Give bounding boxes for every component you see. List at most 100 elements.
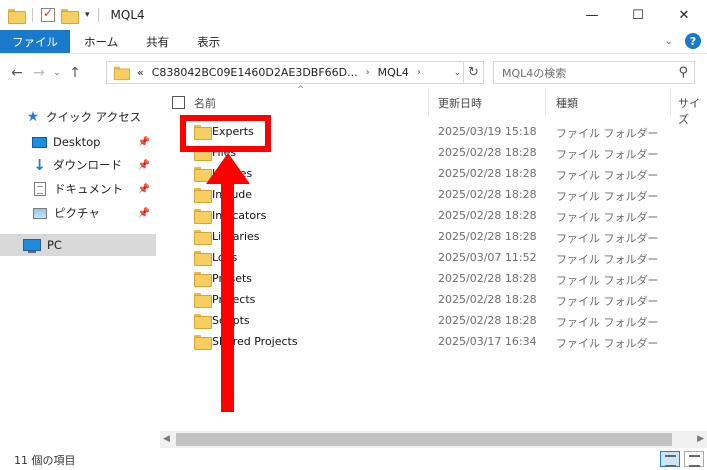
file-type: ファイル フォルダー (556, 232, 659, 245)
file-name: Scripts (212, 314, 250, 327)
star-icon: ★ (26, 109, 40, 125)
file-type: ファイル フォルダー (556, 169, 659, 182)
sidebar-item-pc[interactable]: PC (0, 234, 156, 256)
folder-icon (113, 66, 130, 81)
minimize-button[interactable]: — (569, 0, 615, 30)
folder-icon (194, 335, 212, 350)
list-item[interactable]: Projects 2025/02/28 18:28 ファイル フォルダー (160, 289, 707, 310)
column-header-type[interactable]: 種類 (556, 95, 578, 111)
file-type: ファイル フォルダー (556, 274, 659, 287)
details-view-icon[interactable] (660, 451, 680, 467)
horizontal-scrollbar[interactable]: ◀ ▶ (160, 431, 707, 448)
list-item[interactable]: Scripts 2025/02/28 18:28 ファイル フォルダー (160, 310, 707, 331)
breadcrumb-separator-icon[interactable]: › (366, 67, 370, 78)
help-icon[interactable]: ? (685, 33, 701, 49)
file-name: Libraries (212, 230, 260, 243)
file-date: 2025/03/07 11:52 (438, 251, 537, 264)
maximize-button[interactable]: ☐ (615, 0, 661, 30)
item-count: 11 個の項目 (14, 454, 76, 467)
sidebar-item-quick-access[interactable]: ★ クイック アクセス (0, 106, 156, 128)
file-date: 2025/03/17 16:34 (438, 335, 537, 348)
sidebar-item-label: Desktop (53, 135, 101, 149)
list-item[interactable]: Indicators 2025/02/28 18:28 ファイル フォルダー (160, 205, 707, 226)
address-dropdown-icon[interactable]: ⌄ (453, 68, 461, 78)
sidebar-item-label: クイック アクセス (46, 110, 142, 124)
window-title: MQL4 (110, 8, 145, 22)
column-divider[interactable] (545, 88, 546, 116)
file-name: Indicators (212, 209, 267, 222)
list-item[interactable]: Shared Projects 2025/03/17 16:34 ファイル フォ… (160, 331, 707, 352)
tab-view[interactable]: 表示 (183, 30, 234, 53)
column-header-name[interactable]: 名前 (194, 95, 216, 111)
column-header-date[interactable]: 更新日時 (438, 95, 482, 111)
large-icons-view-icon[interactable] (684, 451, 704, 467)
close-button[interactable]: ✕ (661, 0, 707, 30)
breadcrumb-overflow[interactable]: « (137, 66, 144, 79)
document-icon (34, 182, 46, 196)
file-date: 2025/02/28 18:28 (438, 272, 537, 285)
refresh-button[interactable]: ↻ (463, 62, 483, 83)
folder-icon (194, 272, 212, 287)
file-name: Shared Projects (212, 335, 298, 348)
back-button[interactable]: ← (6, 65, 28, 81)
file-date: 2025/03/19 15:18 (438, 125, 537, 138)
list-item[interactable]: Presets 2025/02/28 18:28 ファイル フォルダー (160, 268, 707, 289)
list-item[interactable]: Libraries 2025/02/28 18:28 ファイル フォルダー (160, 226, 707, 247)
scrollbar-thumb[interactable] (176, 433, 672, 446)
list-item[interactable]: Images 2025/02/28 18:28 ファイル フォルダー (160, 163, 707, 184)
scroll-left-icon[interactable]: ◀ (163, 434, 170, 444)
pin-icon[interactable]: 📌 (138, 184, 150, 195)
forward-button[interactable]: → (28, 65, 50, 81)
sidebar-item-label: ダウンロード (53, 158, 122, 172)
scroll-right-icon[interactable]: ▶ (697, 434, 704, 444)
file-name: Include (212, 188, 253, 201)
breadcrumb-separator-icon[interactable]: › (417, 67, 421, 78)
tab-file[interactable]: ファイル (0, 30, 70, 53)
up-button[interactable]: ↑ (64, 65, 86, 81)
select-all-checkbox[interactable] (172, 96, 185, 109)
divider (32, 8, 33, 22)
file-type: ファイル フォルダー (556, 190, 659, 203)
sort-indicator-icon: ^ (297, 85, 305, 95)
navigation-pane: ★ クイック アクセス Desktop 📌 ↓ ダウンロード 📌 ドキュメント … (0, 96, 156, 431)
search-icon[interactable]: ⚲ (678, 65, 688, 80)
list-item[interactable]: Include 2025/02/28 18:28 ファイル フォルダー (160, 184, 707, 205)
pin-icon[interactable]: 📌 (138, 160, 150, 171)
file-type: ファイル フォルダー (556, 316, 659, 329)
folder-icon (8, 8, 26, 24)
tab-share[interactable]: 共有 (132, 30, 183, 53)
sidebar-item-label: PC (47, 238, 62, 252)
folder-icon (194, 209, 212, 224)
properties-icon[interactable] (41, 6, 55, 22)
pin-icon[interactable]: 📌 (138, 208, 150, 219)
folder-icon (194, 230, 212, 245)
expand-ribbon-icon[interactable]: ⌄ (665, 36, 673, 47)
breadcrumb-item[interactable]: MQL4 (378, 66, 409, 79)
sidebar-item-documents[interactable]: ドキュメント 📌 (0, 178, 156, 200)
annotation-highlight-box (180, 115, 271, 152)
search-input[interactable]: MQL4の検索 ⚲ (493, 61, 695, 84)
ribbon-tabs: ファイル ホーム 共有 表示 ⌄ ? (0, 30, 707, 54)
address-bar[interactable]: « C838042BC09E1460D2AE3DBF66D... › MQL4 … (106, 61, 484, 84)
new-folder-icon[interactable] (61, 8, 79, 24)
file-date: 2025/02/28 18:28 (438, 209, 537, 222)
recent-locations-chevron-icon[interactable]: ⌄ (50, 68, 64, 78)
file-date: 2025/02/28 18:28 (438, 230, 537, 243)
file-name: Images (212, 167, 253, 180)
column-divider[interactable] (670, 88, 671, 116)
sidebar-item-label: ピクチャ (54, 206, 100, 220)
sidebar-item-downloads[interactable]: ↓ ダウンロード 📌 (0, 154, 156, 176)
window-controls: — ☐ ✕ (569, 0, 707, 30)
file-type: ファイル フォルダー (556, 127, 659, 140)
column-divider[interactable] (428, 88, 429, 116)
customize-toolbar-chevron-icon[interactable]: ▾ (85, 10, 90, 20)
sidebar-item-desktop[interactable]: Desktop 📌 (0, 131, 156, 153)
sidebar-item-pictures[interactable]: ピクチャ 📌 (0, 202, 156, 224)
tab-home[interactable]: ホーム (70, 30, 132, 53)
divider (97, 8, 99, 22)
folder-icon (194, 293, 212, 308)
list-item[interactable]: Logs 2025/03/07 11:52 ファイル フォルダー (160, 247, 707, 268)
pin-icon[interactable]: 📌 (138, 137, 150, 148)
breadcrumb-item[interactable]: C838042BC09E1460D2AE3DBF66D... (152, 66, 358, 79)
file-type: ファイル フォルダー (556, 211, 659, 224)
